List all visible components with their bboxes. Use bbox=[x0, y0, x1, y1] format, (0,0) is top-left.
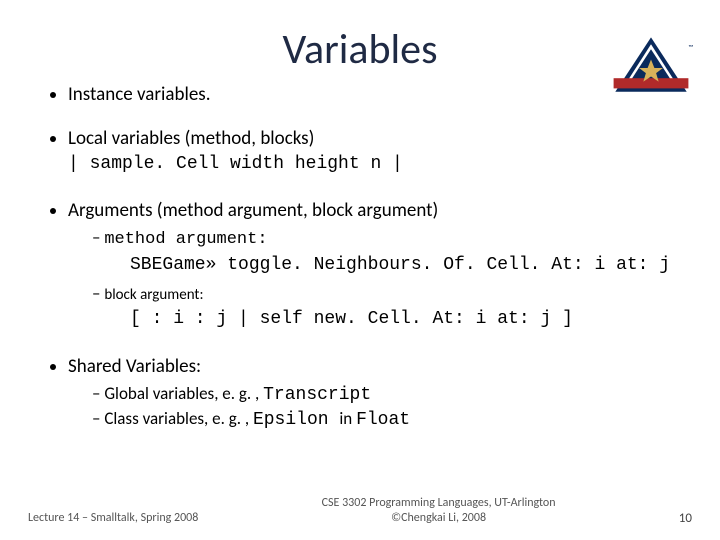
text: Class variables, e. g. , bbox=[104, 408, 253, 429]
footer-left: Lecture 14 – Smalltalk, Spring 2008 bbox=[28, 511, 198, 526]
code-float: Float bbox=[356, 410, 410, 430]
footer-center: CSE 3302 Programming Languages, UT-Arlin… bbox=[322, 496, 556, 526]
sub-block-arg: block argument: bbox=[92, 283, 692, 305]
code-transcript: Transcript bbox=[263, 385, 371, 405]
text: method argument: bbox=[104, 230, 267, 249]
bullet-arguments: Arguments (method argument, block argume… bbox=[68, 199, 692, 331]
bullet-list: Instance variables. Local variables (met… bbox=[28, 83, 692, 432]
sub-method-arg: method argument: bbox=[92, 227, 692, 250]
page-number: 10 bbox=[679, 511, 692, 526]
slide: Variables ™ Instance variables. Local va… bbox=[0, 0, 720, 540]
sub-list-args2: block argument: bbox=[68, 283, 692, 305]
sub-list-args: method argument: bbox=[68, 227, 692, 250]
sub-global: Global variables, e. g. , Transcript bbox=[92, 383, 692, 407]
text-in: in bbox=[339, 408, 356, 429]
logo: ™ bbox=[608, 34, 694, 102]
bullet-local: Local variables (method, blocks) | sampl… bbox=[68, 127, 692, 175]
text: Instance variables. bbox=[68, 83, 211, 106]
footer: Lecture 14 – Smalltalk, Spring 2008 CSE … bbox=[0, 496, 720, 526]
svg-text:™: ™ bbox=[688, 43, 693, 51]
footer-center-1: CSE 3302 Programming Languages, UT-Arlin… bbox=[322, 496, 556, 510]
code-local: | sample. Cell width height n | bbox=[68, 154, 403, 174]
bullet-shared: Shared Variables: Global variables, e. g… bbox=[68, 355, 692, 432]
code-epsilon: Epsilon bbox=[253, 410, 339, 430]
bullet-instance: Instance variables. bbox=[68, 83, 692, 107]
sub-list-shared: Global variables, e. g. , Transcript Cla… bbox=[68, 383, 692, 432]
page-title: Variables bbox=[28, 24, 692, 75]
code-method-arg: SBEGame» toggle. Neighbours. Of. Cell. A… bbox=[68, 254, 692, 277]
sub-class: Class variables, e. g. , Epsilon in Floa… bbox=[92, 408, 692, 432]
text: Global variables, e. g. , bbox=[104, 383, 263, 404]
text: block argument: bbox=[104, 286, 203, 304]
text: Arguments (method argument, block argume… bbox=[68, 199, 438, 222]
footer-center-2: ©Chengkai Li, 2008 bbox=[391, 511, 486, 525]
code-block-arg: [ : i : j | self new. Cell. At: i at: j … bbox=[68, 308, 692, 331]
text: Shared Variables: bbox=[68, 355, 201, 378]
text: Local variables (method, blocks) bbox=[68, 127, 314, 150]
